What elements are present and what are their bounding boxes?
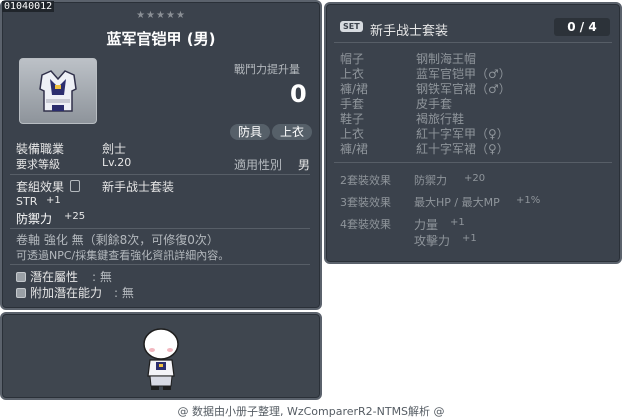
set-effect-2-stat: 防禦力 bbox=[414, 174, 447, 187]
character-avatar bbox=[143, 328, 179, 390]
set-effect-4-value-2: +1 bbox=[462, 233, 477, 244]
set-effect-3-label: 3套裝效果 bbox=[340, 196, 391, 209]
set-name: 新手战士套装 bbox=[370, 24, 449, 39]
divider bbox=[10, 264, 310, 265]
tag-top: 上衣 bbox=[272, 124, 313, 140]
stat-str-value: +1 bbox=[46, 195, 61, 206]
set-effect-2-value: +20 bbox=[464, 173, 486, 184]
footer-credit: @ 数据由小册子整理, WzComparerR2-NTMS解析 @ bbox=[177, 405, 445, 418]
set-effect-4-value-1: +1 bbox=[450, 217, 465, 228]
divider bbox=[10, 228, 310, 229]
set-piece: 褲/裙 紅十字军裙（♀） bbox=[340, 142, 509, 156]
tag-armor: 防具 bbox=[230, 124, 271, 140]
set-effect-3-value: +1% bbox=[516, 195, 541, 206]
item-icon-frame bbox=[19, 58, 97, 124]
power-up-label: 戰鬥力提升量 bbox=[234, 63, 300, 76]
potential-row: 潛在屬性 bbox=[16, 268, 78, 285]
req-level-label: 要求等級 bbox=[16, 158, 60, 171]
req-level-value: Lv.20 bbox=[102, 156, 132, 169]
lock-icon bbox=[70, 180, 80, 192]
job-label: 裝備職業 bbox=[16, 142, 65, 156]
item-id: 01040012 bbox=[2, 1, 55, 12]
set-effect-3-stat: 最大HP / 最大MP bbox=[414, 196, 500, 209]
potential-value: : 無 bbox=[92, 270, 112, 284]
stat-def-value: +25 bbox=[64, 211, 86, 222]
divider bbox=[10, 174, 310, 175]
set-effect-4-stat-1: 力量 bbox=[414, 218, 439, 232]
bonus-potential-row: 附加潛在能力 bbox=[16, 284, 102, 301]
item-name: 蓝军官铠甲 (男) bbox=[106, 30, 216, 48]
gender-label: 適用性別 bbox=[234, 158, 283, 172]
bonus-potential-icon bbox=[16, 288, 26, 298]
item-tooltip-panel: ★★★★★ 蓝军官铠甲 (男) 戰鬥力提升量 0 防具 上衣 裝備職業 劍士 要… bbox=[0, 0, 322, 310]
set-effect-2-label: 2套裝效果 bbox=[340, 174, 391, 187]
stat-def-name: 防禦力 bbox=[16, 212, 53, 226]
bonus-potential-value: : 無 bbox=[114, 286, 134, 300]
set-effect-label: 套組效果 bbox=[16, 180, 65, 194]
set-badge: SET bbox=[340, 21, 363, 32]
set-effect-4-label: 4套裝效果 bbox=[340, 218, 391, 231]
divider bbox=[334, 42, 612, 43]
potential-icon bbox=[16, 272, 26, 282]
stat-str-name: STR bbox=[16, 195, 38, 208]
job-value: 劍士 bbox=[102, 142, 127, 156]
divider bbox=[334, 162, 612, 163]
gender-value: 男 bbox=[298, 158, 311, 172]
avatar-preview-panel bbox=[0, 312, 322, 400]
armor-icon bbox=[39, 70, 77, 112]
npc-info: 可透過NPC/採集鍵查看強化資訊詳細內容。 bbox=[16, 249, 230, 262]
scroll-info: 卷軸 強化 無（剩餘8次，可修復0次） bbox=[16, 233, 219, 247]
power-up-value: 0 bbox=[290, 80, 307, 108]
set-effect-value: 新手战士套装 bbox=[102, 180, 175, 194]
potential-label: 潛在屬性 bbox=[30, 270, 79, 284]
bonus-potential-label: 附加潛在能力 bbox=[30, 286, 103, 300]
set-effect-4-stat-2: 攻擊力 bbox=[414, 234, 451, 248]
set-count: 0 / 4 bbox=[554, 18, 610, 36]
set-info-panel: SET 新手战士套装 0 / 4 帽子 钢制海王帽 上衣 蓝军官铠甲（♂） 褲/裙钢… bbox=[324, 2, 622, 264]
